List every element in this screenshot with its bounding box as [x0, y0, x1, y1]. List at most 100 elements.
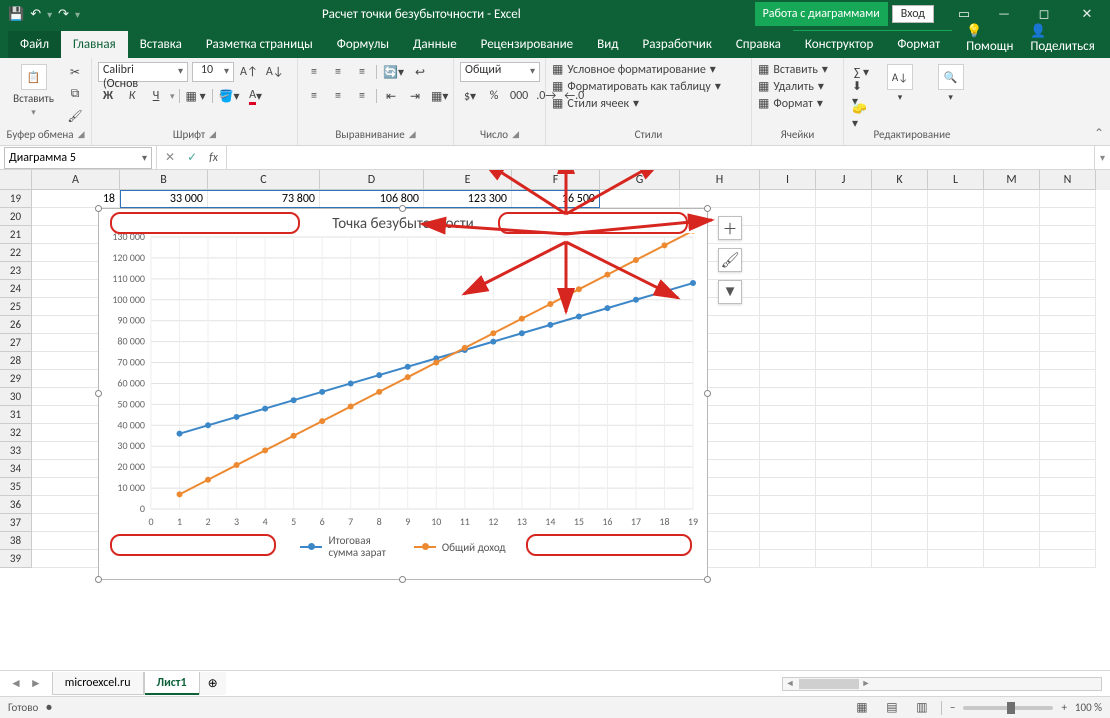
cell[interactable] [816, 280, 872, 298]
cell[interactable] [984, 244, 1040, 262]
cell[interactable] [816, 388, 872, 406]
cell[interactable] [760, 316, 816, 334]
delete-cells-button[interactable]: ▦ Удалить ▾ [758, 79, 824, 94]
chart-styles-button[interactable]: 🖌 [718, 248, 742, 272]
column-header[interactable]: J [816, 170, 872, 190]
cell[interactable] [928, 316, 984, 334]
cell[interactable] [816, 550, 872, 568]
cell[interactable] [928, 424, 984, 442]
cell[interactable] [1040, 496, 1096, 514]
row-header[interactable]: 21 [0, 226, 32, 244]
cell[interactable] [928, 514, 984, 532]
wrap-text-icon[interactable]: ↩ [410, 62, 430, 82]
cell[interactable] [760, 514, 816, 532]
cell[interactable] [984, 262, 1040, 280]
align-center-icon[interactable]: ≡ [328, 86, 348, 106]
cell[interactable] [760, 478, 816, 496]
row-header[interactable]: 37 [0, 514, 32, 532]
cell[interactable] [984, 442, 1040, 460]
undo-icon[interactable]: ↶ [30, 7, 41, 22]
cell[interactable] [1040, 478, 1096, 496]
page-layout-view-icon[interactable]: ▤ [881, 699, 903, 717]
format-painter-icon[interactable]: 🖌 [65, 106, 85, 126]
cell[interactable] [872, 478, 928, 496]
maximize-icon[interactable]: ◻ [1024, 0, 1064, 28]
cell[interactable] [872, 496, 928, 514]
cell[interactable] [760, 244, 816, 262]
cell[interactable] [1040, 532, 1096, 550]
cell[interactable] [928, 460, 984, 478]
cell[interactable] [984, 496, 1040, 514]
cell[interactable] [760, 406, 816, 424]
cell[interactable] [816, 442, 872, 460]
orientation-icon[interactable]: 🔄▾ [381, 62, 406, 82]
row-header[interactable]: 29 [0, 370, 32, 388]
borders-icon[interactable]: ▦ ▾ [184, 86, 208, 106]
row-header[interactable]: 39 [0, 550, 32, 568]
cell[interactable] [760, 388, 816, 406]
cell[interactable] [928, 262, 984, 280]
insert-function-icon[interactable]: fx [209, 151, 218, 165]
share-button[interactable]: 👤 Поделиться [1030, 24, 1096, 54]
column-header[interactable]: N [1040, 170, 1096, 190]
cell[interactable] [816, 460, 872, 478]
row-header[interactable]: 24 [0, 280, 32, 298]
cell[interactable] [1040, 316, 1096, 334]
cell[interactable] [1040, 208, 1096, 226]
cell[interactable] [816, 298, 872, 316]
row-header[interactable]: 34 [0, 460, 32, 478]
accept-input-icon[interactable]: ✓ [187, 150, 197, 165]
cell[interactable]: 33 000 [120, 190, 208, 208]
cell[interactable] [872, 298, 928, 316]
cell[interactable] [1040, 280, 1096, 298]
column-header[interactable]: G [600, 170, 680, 190]
cell[interactable] [600, 190, 680, 208]
cell[interactable] [760, 280, 816, 298]
cell[interactable] [1040, 334, 1096, 352]
indent-dec-icon[interactable]: ⇤ [381, 86, 401, 106]
cell[interactable] [760, 190, 816, 208]
chart-filter-button[interactable]: ▼ [718, 280, 742, 304]
cell[interactable] [872, 442, 928, 460]
row-header[interactable]: 38 [0, 532, 32, 550]
cell[interactable] [928, 208, 984, 226]
cell[interactable] [1040, 370, 1096, 388]
select-all-corner[interactable] [0, 170, 32, 190]
cell[interactable] [1040, 244, 1096, 262]
tell-me-button[interactable]: 💡 Помощн [966, 24, 1018, 54]
cell[interactable] [872, 226, 928, 244]
cell[interactable] [984, 280, 1040, 298]
row-header[interactable]: 19 [0, 190, 32, 208]
signin-button[interactable]: Вход [892, 5, 934, 23]
cell[interactable] [760, 424, 816, 442]
insert-cells-button[interactable]: ▦ Вставить ▾ [758, 62, 828, 77]
cell[interactable] [872, 244, 928, 262]
cell[interactable] [816, 316, 872, 334]
tab-file[interactable]: Файл [8, 31, 61, 58]
row-header[interactable]: 31 [0, 406, 32, 424]
cell[interactable] [984, 208, 1040, 226]
cell[interactable] [872, 514, 928, 532]
tab-page-layout[interactable]: Разметка страницы [194, 31, 325, 58]
cell[interactable] [872, 352, 928, 370]
cell[interactable]: 106 800 [320, 190, 424, 208]
column-header[interactable]: A [32, 170, 120, 190]
cell[interactable] [984, 478, 1040, 496]
cell[interactable] [816, 370, 872, 388]
font-size-dropdown[interactable]: 10 [192, 62, 234, 82]
cell[interactable] [1040, 514, 1096, 532]
cut-icon[interactable]: ✂ [65, 62, 85, 82]
currency-icon[interactable]: $▾ [460, 86, 480, 106]
align-left-icon[interactable]: ≡ [304, 86, 324, 106]
cell[interactable] [760, 460, 816, 478]
column-header[interactable]: D [320, 170, 424, 190]
merge-icon[interactable]: ▦▾ [429, 86, 450, 106]
cell[interactable] [760, 442, 816, 460]
cell[interactable] [1040, 352, 1096, 370]
expand-formula-bar-icon[interactable]: ▾ [1094, 146, 1110, 169]
tab-data[interactable]: Данные [401, 31, 469, 58]
align-bottom-icon[interactable]: ≡ [352, 62, 372, 82]
cell[interactable] [816, 334, 872, 352]
cell[interactable] [928, 406, 984, 424]
cancel-input-icon[interactable]: ✕ [165, 150, 175, 165]
